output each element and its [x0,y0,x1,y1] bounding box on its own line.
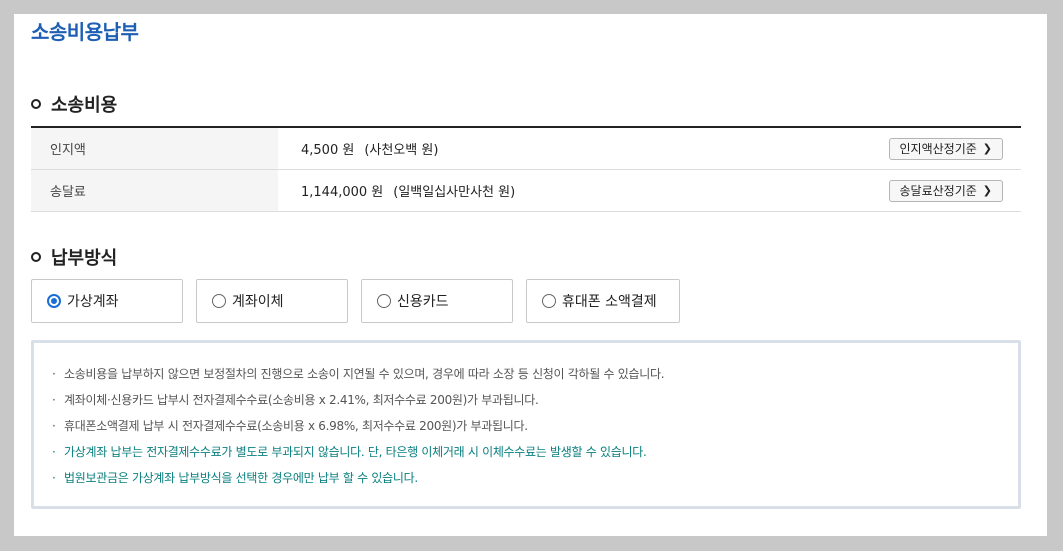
option-label: 휴대폰 소액결제 [562,294,657,310]
option-label: 가상계좌 [67,294,119,310]
fee-row-stamp: 인지액 4,500 원 (사천오백 원) 인지액산정기준 ❯ [31,128,1021,170]
payment-method-group: 가상계좌 계좌이체 신용카드 휴대폰 소액결제 [31,279,680,323]
circle-bullet-icon [31,99,41,109]
chevron-right-icon: ❯ [982,184,992,197]
option-label: 신용카드 [397,294,449,310]
payment-option-mobile[interactable]: 휴대폰 소액결제 [526,279,680,323]
notice-item: · 소송비용을 납부하지 않으면 보정절차의 진행으로 소송이 지연될 수 있으며… [52,367,665,381]
notice-item-highlight: · 법원보관금은 가상계좌 납부방식을 선택한 경우에만 납부 할 수 있습니다. [52,471,418,485]
notice-item: · 휴대폰소액결제 납부 시 전자결제수수료(소송비용 x 6.98%, 최저수수… [52,419,528,433]
circle-bullet-icon [31,252,41,262]
button-label: 인지액산정기준 [899,142,977,156]
content-panel: 소송비용납부 소송비용 인지액 4,500 원 (사천오백 원) 인지액산정기준 … [14,14,1047,536]
service-fee-standard-button[interactable]: 송달료산정기준 ❯ [888,179,1003,202]
fee-value: 4,500 원 (사천오백 원) 인지액산정기준 ❯ [278,137,1021,160]
section-heading-text: 소송비용 [51,95,118,116]
fee-amount: 1,144,000 원 [301,185,384,200]
radio-unchecked-icon[interactable] [377,294,391,308]
stamp-standard-button[interactable]: 인지액산정기준 ❯ [888,137,1003,160]
fee-row-service: 송달료 1,144,000 원 (일백일십사만사천 원) 송달료산정기준 ❯ [31,170,1021,212]
payment-option-virtual-account[interactable]: 가상계좌 [31,279,183,323]
radio-unchecked-icon[interactable] [212,294,226,308]
fee-value: 1,144,000 원 (일백일십사만사천 원) 송달료산정기준 ❯ [278,179,1021,202]
fee-amount-korean: (사천오백 원) [364,143,439,158]
section-heading-text: 납부방식 [51,248,118,269]
radio-unchecked-icon[interactable] [542,294,556,308]
radio-checked-icon[interactable] [47,294,61,308]
payment-option-credit-card[interactable]: 신용카드 [361,279,513,323]
section-heading-cost: 소송비용 [31,91,117,117]
fee-amount: 4,500 원 [301,143,355,158]
option-label: 계좌이체 [232,294,284,310]
notice-box: · 소송비용을 납부하지 않으면 보정절차의 진행으로 소송이 지연될 수 있으며… [31,340,1021,509]
page-title: 소송비용납부 [31,20,139,44]
payment-option-bank-transfer[interactable]: 계좌이체 [196,279,348,323]
fee-table: 인지액 4,500 원 (사천오백 원) 인지액산정기준 ❯ 송달료 1,144,… [31,126,1021,212]
button-label: 송달료산정기준 [899,184,977,198]
chevron-right-icon: ❯ [982,142,992,155]
fee-label: 송달료 [31,170,278,211]
notice-item-highlight: · 가상계좌 납부는 전자결제수수료가 별도로 부과되지 않습니다. 단, 타은행… [52,445,647,459]
section-heading-payment: 납부방식 [31,244,117,270]
fee-label: 인지액 [31,128,278,169]
fee-amount-korean: (일백일십사만사천 원) [393,185,516,200]
notice-item: · 계좌이체·신용카드 납부시 전자결제수수료(소송비용 x 2.41%, 최저수… [52,393,539,407]
